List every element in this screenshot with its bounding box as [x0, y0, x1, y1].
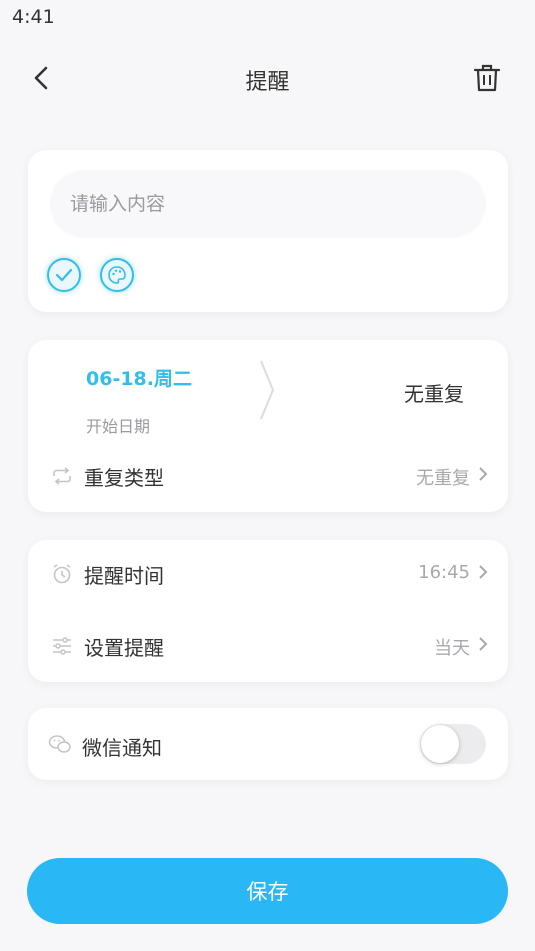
chevron-right-icon	[479, 565, 488, 579]
repeat-summary: 无重复	[404, 382, 464, 406]
chevron-divider-icon	[260, 360, 275, 420]
check-icon	[55, 268, 73, 282]
alarm-clock-icon	[50, 562, 74, 586]
chevron-right-icon	[479, 467, 488, 481]
reminder-setting-row[interactable]: 设置提醒 当天	[28, 618, 508, 674]
start-date-label: 开始日期	[86, 417, 151, 436]
sliders-icon	[50, 634, 74, 658]
reminder-setting-label: 设置提醒	[84, 636, 164, 660]
repeat-type-row[interactable]: 重复类型 无重复	[28, 448, 508, 504]
save-button[interactable]: 保存	[27, 858, 508, 924]
wechat-icon	[48, 732, 72, 756]
status-time: 4:41	[12, 6, 55, 28]
schedule-card: 06-18.周二 开始日期 无重复 重复类型 无重复	[28, 340, 508, 512]
reminder-setting-value: 当天	[434, 638, 470, 659]
content-input[interactable]	[50, 170, 486, 238]
start-date-picker[interactable]: 06-18.周二 开始日期	[86, 364, 192, 437]
reminder-time-label: 提醒时间	[84, 564, 164, 588]
wechat-notify-label: 微信通知	[82, 736, 162, 760]
start-date-value: 06-18.周二	[86, 368, 192, 390]
palette-icon	[108, 266, 126, 284]
repeat-icon	[50, 464, 74, 488]
page-title: 提醒	[245, 70, 290, 95]
status-bar: 4:41	[0, 0, 535, 36]
reminder-time-value: 16:45	[418, 562, 470, 583]
reminder-card: 提醒时间 16:45 设置提醒 当天	[28, 540, 508, 682]
toggle-knob	[421, 725, 459, 763]
chevron-right-icon	[479, 637, 488, 651]
delete-button[interactable]	[469, 60, 505, 96]
confirm-button[interactable]	[47, 258, 81, 292]
trash-icon	[473, 64, 501, 92]
content-card	[28, 150, 508, 312]
header: 提醒	[0, 50, 535, 106]
color-palette-button[interactable]	[100, 258, 134, 292]
repeat-type-value: 无重复	[416, 468, 470, 489]
repeat-type-label: 重复类型	[84, 466, 164, 490]
wechat-card: 微信通知	[28, 708, 508, 780]
reminder-time-row[interactable]: 提醒时间 16:45	[28, 546, 508, 602]
wechat-notify-toggle[interactable]	[420, 724, 486, 764]
